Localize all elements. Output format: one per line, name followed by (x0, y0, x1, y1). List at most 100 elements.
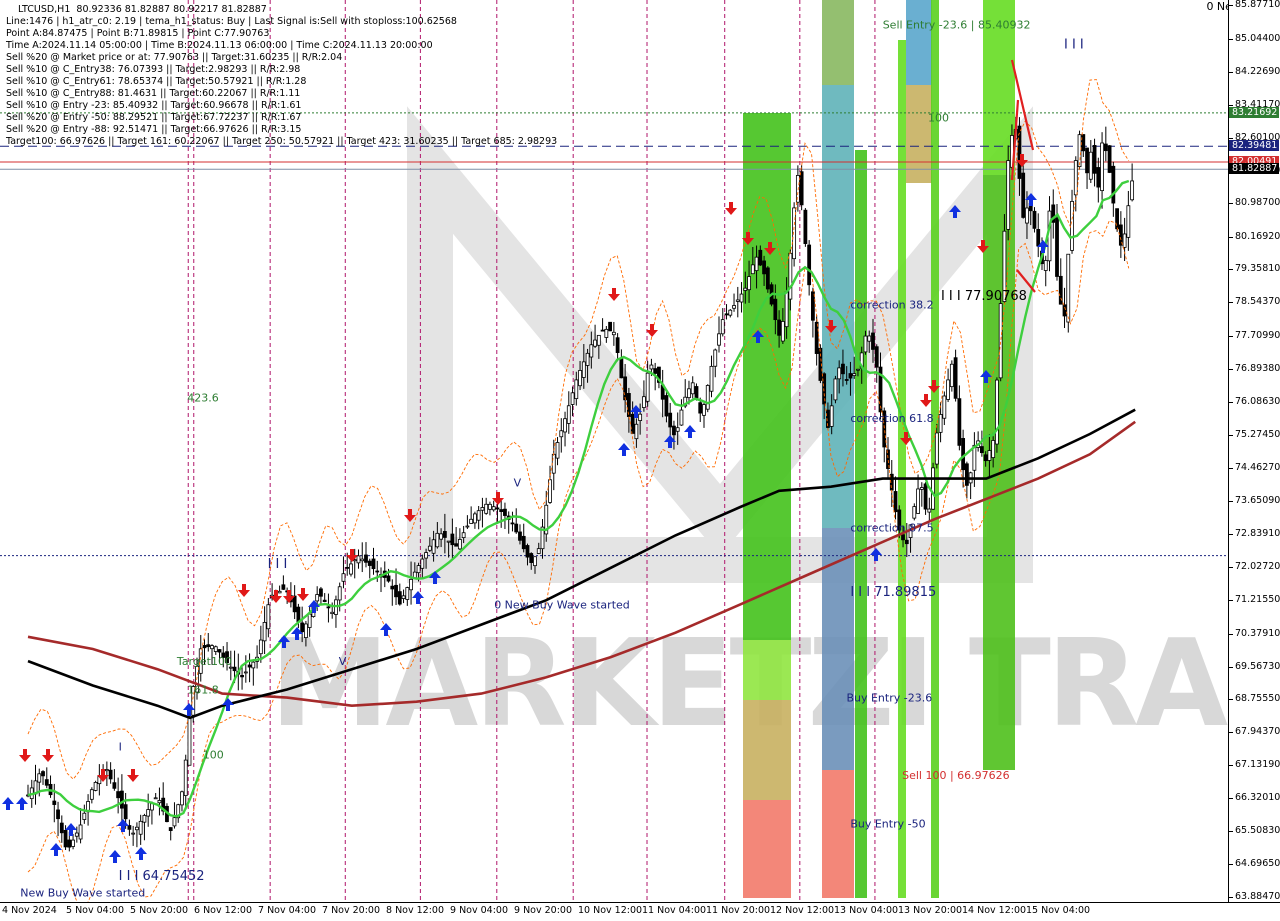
price-badge: 81.82887 (1229, 163, 1279, 175)
candle-body (964, 463, 969, 486)
candle-body (495, 507, 500, 510)
candle-body (829, 405, 834, 427)
candle-body (1055, 217, 1059, 277)
candle-body (961, 438, 966, 471)
candle-body (566, 405, 571, 424)
candle-body (983, 454, 988, 462)
candle-body (465, 525, 470, 528)
candle-body (837, 367, 842, 380)
candle-body (555, 442, 560, 459)
chart-annotation: 100 (203, 748, 224, 761)
candle-body (266, 604, 271, 630)
candle-body (694, 386, 699, 399)
candle-body (735, 299, 740, 302)
fib-zone-band (743, 800, 791, 898)
candle-body (664, 395, 669, 417)
x-tick-label: 7 Nov 04:00 (258, 905, 317, 916)
y-tick-mark (1229, 500, 1233, 502)
candle-body (1073, 160, 1078, 196)
candle-body (1043, 260, 1048, 271)
candle-body (570, 392, 575, 405)
chart-annotation: New Buy Wave started (20, 886, 145, 899)
candle-body (427, 545, 432, 551)
candle-body (630, 413, 635, 434)
y-tick-label: 77.70990 (1235, 330, 1280, 342)
price-chart[interactable]: MARKETZI TRADESell Entry -23.6 | 85.4093… (0, 0, 1228, 902)
candle-body (739, 293, 744, 303)
candle-body (258, 639, 263, 655)
candle-body (206, 644, 211, 648)
candle-body (213, 646, 218, 652)
candle-body (247, 664, 252, 668)
x-tick-label: 7 Nov 20:00 (322, 905, 381, 916)
y-tick-label: 65.50830 (1235, 825, 1280, 837)
candle-body (345, 566, 350, 569)
candle-body (638, 413, 643, 421)
chart-annotation: correction 38.2 (850, 298, 933, 311)
candle-body (499, 509, 504, 513)
candle-body (848, 373, 853, 379)
chart-annotation: Target100 (176, 655, 232, 668)
chart-annotation: 423.6 (187, 392, 219, 405)
candle-body (938, 414, 943, 433)
candle-body (93, 782, 98, 791)
y-tick-label: 70.37910 (1235, 627, 1280, 639)
candle-body (41, 771, 45, 777)
chart-annotation: 0 New Buy Wave started (494, 598, 630, 611)
y-tick-label: 78.54370 (1235, 296, 1280, 308)
price-axis[interactable]: 85.87710 85.04400 84.22690 83.41170 82.60100… (1228, 0, 1280, 902)
candle-body (341, 573, 346, 582)
candle-body (146, 809, 151, 817)
candle-body (510, 522, 515, 525)
candle-body (623, 376, 628, 401)
candle-body (942, 395, 947, 419)
candle-body (698, 402, 703, 414)
candle-body (713, 349, 718, 367)
chart-annotation: 100 (928, 112, 949, 125)
candle-body (1036, 229, 1041, 247)
candle-body (210, 645, 214, 650)
candle-body (608, 321, 613, 332)
candle-body (168, 827, 173, 831)
y-tick-label: 85.04400 (1235, 32, 1280, 44)
candle-body (157, 800, 162, 804)
candle-body (394, 584, 398, 598)
y-tick-mark (1229, 699, 1233, 701)
chart-annotation: I I I (1064, 38, 1084, 53)
candle-body (442, 531, 447, 538)
time-axis[interactable]: 4 Nov 2024 5 Nov 04:00 5 Nov 20:00 6 Nov 12… (0, 902, 1280, 921)
candle-body (1092, 145, 1097, 174)
candle-body (649, 364, 654, 370)
candle-body (63, 829, 68, 848)
y-tick-label: 66.32010 (1235, 792, 1280, 804)
fib-zone-band (743, 640, 791, 700)
candle-body (262, 622, 267, 642)
y-tick-mark (1229, 897, 1233, 898)
y-tick-label: 72.02720 (1235, 560, 1280, 572)
candle-body (893, 491, 898, 513)
x-tick-label: 13 Nov 04:00 (834, 905, 899, 916)
candle-body (67, 839, 72, 848)
candle-body (927, 508, 932, 513)
candle-body (949, 363, 954, 388)
candle-body (1111, 165, 1116, 204)
candle-body (172, 817, 177, 827)
candle-body (518, 531, 522, 541)
candle-body (304, 623, 308, 639)
y-tick-mark (1229, 302, 1233, 304)
candle-body (514, 523, 519, 533)
candle-body (780, 321, 785, 342)
candle-body (337, 586, 342, 601)
fib-zone-band (743, 113, 791, 640)
candle-body (386, 575, 391, 582)
candle-body (356, 555, 361, 564)
candle-body (732, 305, 736, 309)
chart-annotation: correction 87.5 (850, 521, 933, 534)
candle-body (319, 588, 323, 597)
chart-annotation: Buy Entry -23.6 (846, 692, 932, 705)
candle-body (307, 613, 312, 628)
candle-body (521, 535, 526, 550)
candle-body (104, 769, 109, 772)
candle-body (642, 396, 646, 408)
candle-body (995, 379, 999, 445)
